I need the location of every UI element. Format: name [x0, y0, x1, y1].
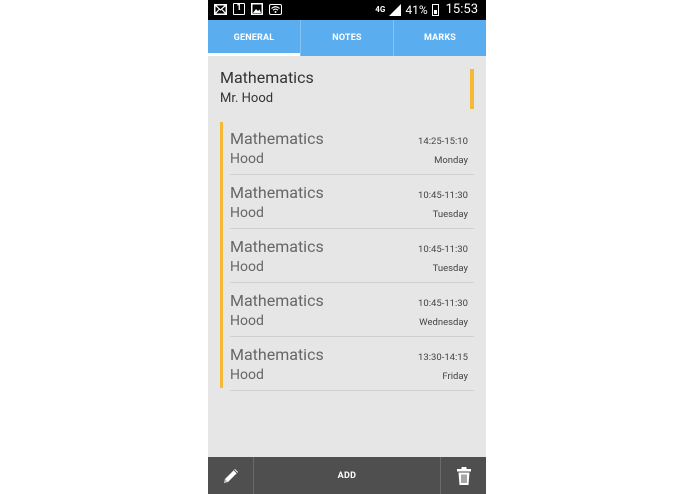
- tab-general[interactable]: GENERAL: [208, 20, 300, 56]
- image-icon: [251, 3, 263, 15]
- subject-teacher: Mr. Hood: [220, 91, 274, 106]
- network-type: 4G: [375, 4, 386, 14]
- lesson-day: Wednesday: [419, 317, 468, 328]
- lesson-subject: Mathematics: [230, 129, 324, 148]
- lesson-subject: Mathematics: [230, 237, 324, 256]
- trash-icon: [456, 466, 471, 485]
- lesson-row[interactable]: Mathematics Hood 10:45-11:30 Tuesday: [230, 176, 474, 229]
- tab-notes[interactable]: NOTES: [300, 20, 393, 56]
- lesson-row[interactable]: Mathematics Hood 10:45-11:30 Wednesday: [230, 284, 474, 337]
- lesson-time: 14:25-15:10: [418, 136, 468, 147]
- lesson-subject: Mathematics: [230, 345, 324, 364]
- lesson-subject: Mathematics: [230, 291, 324, 310]
- lesson-row[interactable]: Mathematics Hood 14:25-15:10 Monday: [230, 122, 474, 175]
- lesson-subject: Mathematics: [230, 183, 324, 202]
- lesson-teacher: Hood: [230, 151, 264, 167]
- list-accent-bar: [220, 122, 223, 388]
- pencil-icon: [223, 468, 238, 483]
- phone-screen: 1 4G 41% 15:53 GENERAL NOTES MARKS Mathe…: [208, 0, 486, 494]
- lesson-teacher: Hood: [230, 313, 264, 329]
- tab-marks[interactable]: MARKS: [393, 20, 486, 56]
- lesson-time: 10:45-11:30: [418, 244, 468, 255]
- calendar-icon: 1: [233, 3, 245, 15]
- clock: 15:53: [445, 2, 478, 17]
- subject-title: Mathematics: [220, 68, 314, 87]
- lesson-day: Tuesday: [432, 209, 468, 220]
- wifi-icon: [269, 3, 282, 15]
- add-button[interactable]: ADD: [254, 471, 440, 481]
- calendar-day: 1: [236, 3, 242, 13]
- lesson-day: Monday: [434, 155, 468, 166]
- lesson-day: Tuesday: [432, 263, 468, 274]
- header-accent-bar: [470, 69, 474, 109]
- lesson-time: 10:45-11:30: [418, 298, 468, 309]
- lesson-row[interactable]: Mathematics Hood 13:30-14:15 Friday: [230, 338, 474, 391]
- mail-icon: [214, 3, 227, 15]
- battery-icon: [431, 3, 439, 16]
- lesson-row[interactable]: Mathematics Hood 10:45-11:30 Tuesday: [230, 230, 474, 283]
- status-bar: 1 4G 41% 15:53: [208, 0, 486, 20]
- tab-bar: GENERAL NOTES MARKS: [208, 20, 486, 56]
- edit-button[interactable]: [208, 457, 254, 494]
- lesson-time: 13:30-14:15: [418, 352, 468, 363]
- battery-percent: 41%: [405, 2, 428, 17]
- signal-icon: [389, 3, 402, 16]
- lesson-teacher: Hood: [230, 259, 264, 275]
- delete-button[interactable]: [440, 457, 486, 494]
- lesson-teacher: Hood: [230, 367, 264, 383]
- lesson-list: Mathematics Hood 14:25-15:10 Monday Math…: [220, 122, 474, 391]
- bottom-action-bar: ADD: [208, 457, 486, 494]
- lesson-teacher: Hood: [230, 205, 264, 221]
- status-notifications: 1: [214, 3, 282, 15]
- lesson-day: Friday: [442, 371, 468, 382]
- subject-header: Mathematics Mr. Hood: [220, 68, 474, 112]
- lesson-time: 10:45-11:30: [418, 190, 468, 201]
- status-system: 4G 41% 15:53: [375, 2, 478, 17]
